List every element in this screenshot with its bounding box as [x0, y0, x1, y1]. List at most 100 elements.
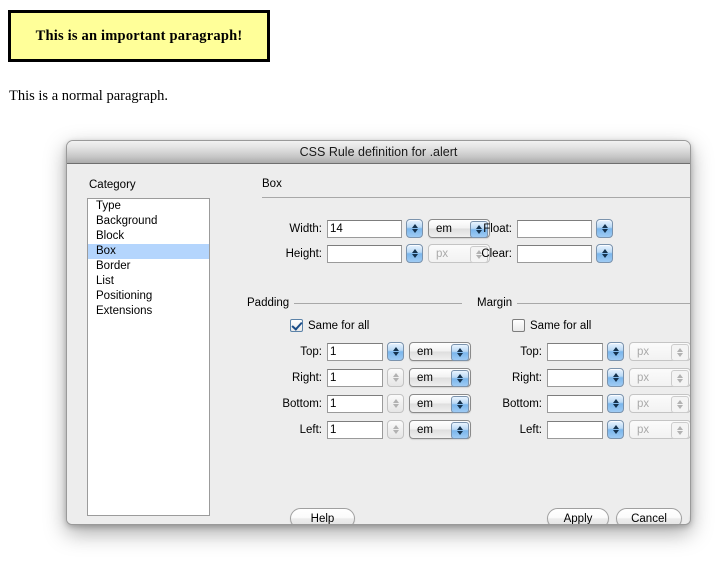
chevron-updown-icon	[671, 370, 689, 387]
checkbox-icon[interactable]	[512, 319, 525, 332]
margin-divider	[517, 302, 690, 304]
category-item-list[interactable]: List	[88, 274, 209, 289]
chevron-updown-icon	[671, 422, 689, 439]
width-input[interactable]: 14	[327, 219, 402, 238]
margin-title: Margin	[477, 297, 513, 309]
margin-right-unit-value: px	[637, 371, 650, 384]
margin-right-row: Right: px	[482, 368, 690, 387]
alert-paragraph-box: This is an important paragraph!	[8, 10, 270, 62]
margin-bottom-stepper[interactable]	[607, 394, 624, 413]
padding-right-stepper	[387, 368, 404, 387]
padding-divider	[294, 302, 462, 304]
width-stepper[interactable]	[406, 219, 423, 238]
margin-left-stepper[interactable]	[607, 420, 624, 439]
clear-row: Clear:	[462, 244, 613, 263]
padding-title: Padding	[247, 297, 290, 309]
margin-right-unit-select[interactable]: px	[629, 368, 690, 387]
apply-button[interactable]: Apply	[547, 508, 609, 524]
margin-right-input[interactable]	[547, 368, 603, 387]
margin-same-for-all-label: Same for all	[530, 319, 592, 332]
float-stepper[interactable]	[596, 219, 613, 238]
height-stepper[interactable]	[406, 244, 423, 263]
help-button[interactable]: Help	[290, 508, 355, 524]
padding-right-row: Right: 1 em	[262, 368, 471, 387]
padding-right-unit-select[interactable]: em	[409, 368, 471, 387]
padding-bottom-label: Bottom:	[282, 397, 322, 410]
margin-bottom-label: Bottom:	[502, 397, 542, 410]
margin-left-label: Left:	[519, 423, 542, 436]
margin-top-unit-value: px	[637, 345, 650, 358]
margin-top-input[interactable]	[547, 342, 603, 361]
category-item-extensions[interactable]: Extensions	[88, 304, 209, 319]
padding-bottom-unit-value: em	[417, 397, 433, 410]
padding-right-input[interactable]: 1	[327, 368, 383, 387]
width-label: Width:	[289, 222, 322, 235]
dialog-titlebar[interactable]: CSS Rule definition for .alert	[67, 141, 690, 164]
chevron-updown-icon	[671, 344, 689, 361]
margin-bottom-input[interactable]	[547, 394, 603, 413]
chevron-updown-icon	[451, 344, 469, 361]
padding-top-stepper[interactable]	[387, 342, 404, 361]
clear-stepper[interactable]	[596, 244, 613, 263]
category-item-background[interactable]: Background	[88, 214, 209, 229]
padding-left-unit-value: em	[417, 423, 433, 436]
category-item-positioning[interactable]: Positioning	[88, 289, 209, 304]
dialog-title: CSS Rule definition for .alert	[299, 145, 458, 159]
category-item-box[interactable]: Box	[88, 244, 209, 259]
height-label: Height:	[285, 247, 322, 260]
checkbox-icon[interactable]	[290, 319, 303, 332]
float-label: Float:	[483, 222, 512, 235]
padding-same-for-all-row[interactable]: Same for all	[290, 319, 369, 332]
category-item-type[interactable]: Type	[88, 199, 209, 214]
margin-same-for-all-row[interactable]: Same for all	[512, 319, 591, 332]
padding-bottom-input[interactable]: 1	[327, 394, 383, 413]
float-row: Float:	[462, 219, 613, 238]
ok-button[interactable]: OK	[690, 508, 691, 525]
height-unit-value: px	[436, 247, 449, 260]
margin-left-row: Left: px	[482, 420, 690, 439]
padding-top-unit-select[interactable]: em	[409, 342, 471, 361]
margin-left-unit-value: px	[637, 423, 650, 436]
chevron-updown-icon	[451, 370, 469, 387]
pane-divider	[262, 197, 690, 198]
margin-right-label: Right:	[511, 371, 542, 384]
height-row: Height: px	[262, 244, 490, 263]
margin-left-input[interactable]	[547, 420, 603, 439]
normal-paragraph-text: This is a normal paragraph.	[9, 88, 169, 104]
category-item-border[interactable]: Border	[88, 259, 209, 274]
padding-left-input[interactable]: 1	[327, 420, 383, 439]
float-input[interactable]	[517, 219, 592, 238]
padding-same-for-all-label: Same for all	[308, 319, 370, 332]
alert-paragraph-text: This is an important paragraph!	[35, 27, 243, 44]
clear-input[interactable]	[517, 244, 592, 263]
padding-bottom-unit-select[interactable]: em	[409, 394, 471, 413]
padding-right-unit-value: em	[417, 371, 433, 384]
chevron-updown-icon	[451, 422, 469, 439]
margin-top-row: Top: px	[482, 342, 690, 361]
padding-left-unit-select[interactable]: em	[409, 420, 471, 439]
width-unit-value: em	[436, 222, 452, 235]
category-list[interactable]: Type Background Block Box Border List Po…	[87, 198, 210, 516]
dialog-body: Category Type Background Block Box Borde…	[67, 164, 690, 524]
margin-right-stepper[interactable]	[607, 368, 624, 387]
padding-left-stepper	[387, 420, 404, 439]
margin-bottom-unit-select[interactable]: px	[629, 394, 690, 413]
margin-top-unit-select[interactable]: px	[629, 342, 690, 361]
margin-left-unit-select[interactable]: px	[629, 420, 690, 439]
cancel-button[interactable]: Cancel	[616, 508, 682, 524]
margin-top-stepper[interactable]	[607, 342, 624, 361]
margin-group-header: Margin	[477, 297, 690, 309]
padding-top-input[interactable]: 1	[327, 342, 383, 361]
pane-title: Box	[262, 178, 282, 190]
category-label: Category	[89, 179, 136, 191]
margin-top-label: Top:	[520, 345, 542, 358]
padding-top-label: Top:	[300, 345, 322, 358]
chevron-updown-icon	[671, 396, 689, 413]
category-item-block[interactable]: Block	[88, 229, 209, 244]
height-input[interactable]	[327, 244, 402, 263]
width-row: Width: 14 em	[262, 219, 490, 238]
padding-top-row: Top: 1 em	[262, 342, 471, 361]
css-rule-definition-dialog: CSS Rule definition for .alert Category …	[66, 140, 691, 525]
clear-label: Clear:	[481, 247, 512, 260]
box-settings-pane: Box Width: 14 em Height: px Float: Clear…	[222, 164, 690, 524]
